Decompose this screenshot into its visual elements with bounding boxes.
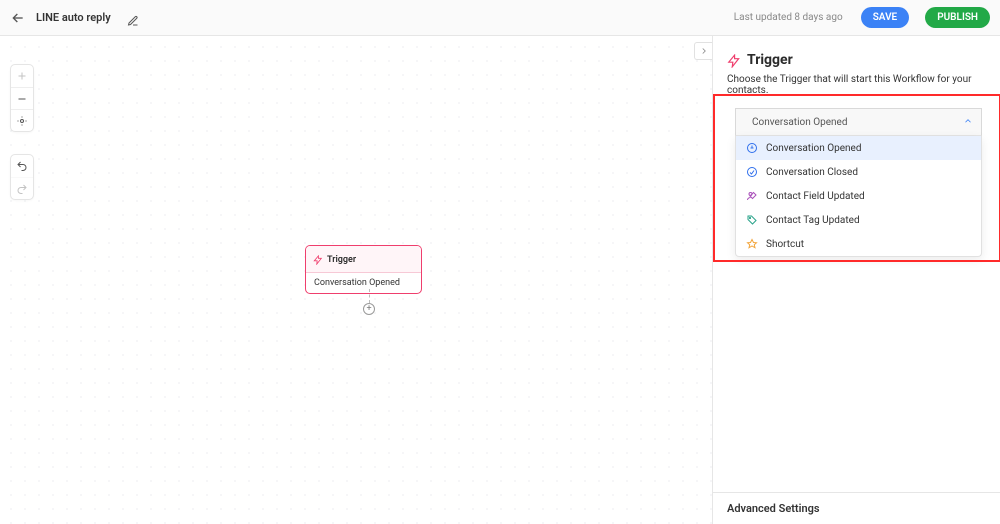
redo-button[interactable] [11, 177, 33, 199]
zoom-out-button[interactable] [11, 87, 33, 109]
trigger-select[interactable]: Conversation Opened [735, 108, 982, 136]
save-button[interactable]: SAVE [861, 7, 910, 28]
trigger-option-conversation-opened[interactable]: Conversation Opened [736, 136, 981, 160]
workflow-title: LINE auto reply [36, 11, 111, 24]
bolt-icon [313, 250, 323, 269]
option-label: Conversation Closed [766, 167, 858, 178]
trigger-node-title: Trigger [327, 255, 356, 265]
conversation-opened-icon [746, 142, 758, 154]
collapse-panel-button[interactable] [694, 42, 712, 60]
undo-button[interactable] [11, 155, 33, 177]
add-step-button[interactable]: + [363, 303, 375, 315]
trigger-dropdown: Conversation Opened Conversation Closed … [735, 136, 982, 257]
canvas-toolbar [10, 64, 34, 200]
option-label: Conversation Opened [766, 143, 861, 154]
trigger-node-header: Trigger [306, 246, 421, 272]
panel-description: Choose the Trigger that will start this … [727, 74, 986, 96]
advanced-settings-section[interactable]: Advanced Settings [713, 492, 1000, 524]
top-bar: LINE auto reply Last updated 8 days ago … [0, 0, 1000, 36]
contact-field-icon [746, 190, 758, 202]
conversation-closed-icon [746, 166, 758, 178]
zoom-in-button[interactable] [11, 65, 33, 87]
option-label: Contact Tag Updated [766, 215, 860, 226]
option-label: Shortcut [766, 239, 804, 250]
bolt-icon [727, 53, 741, 67]
last-updated-text: Last updated 8 days ago [734, 12, 843, 23]
edit-title-icon[interactable] [127, 12, 139, 24]
workflow-canvas[interactable]: Trigger Conversation Opened + [0, 36, 712, 524]
trigger-option-conversation-closed[interactable]: Conversation Closed [736, 160, 981, 184]
trigger-select-value: Conversation Opened [752, 117, 847, 128]
trigger-option-contact-tag-updated[interactable]: Contact Tag Updated [736, 208, 981, 232]
trigger-node[interactable]: Trigger Conversation Opened [305, 245, 422, 294]
fit-view-button[interactable] [11, 109, 33, 131]
shortcut-icon [746, 238, 758, 250]
publish-button[interactable]: PUBLISH [925, 7, 990, 28]
trigger-option-contact-field-updated[interactable]: Contact Field Updated [736, 184, 981, 208]
contact-tag-icon [746, 214, 758, 226]
node-connector: + [363, 289, 375, 315]
back-icon[interactable] [10, 10, 26, 26]
panel-title: Trigger [747, 52, 793, 68]
trigger-panel: Trigger Choose the Trigger that will sta… [712, 36, 1000, 524]
option-label: Contact Field Updated [766, 191, 865, 202]
trigger-option-shortcut[interactable]: Shortcut [736, 232, 981, 256]
chevron-up-icon [963, 116, 973, 129]
